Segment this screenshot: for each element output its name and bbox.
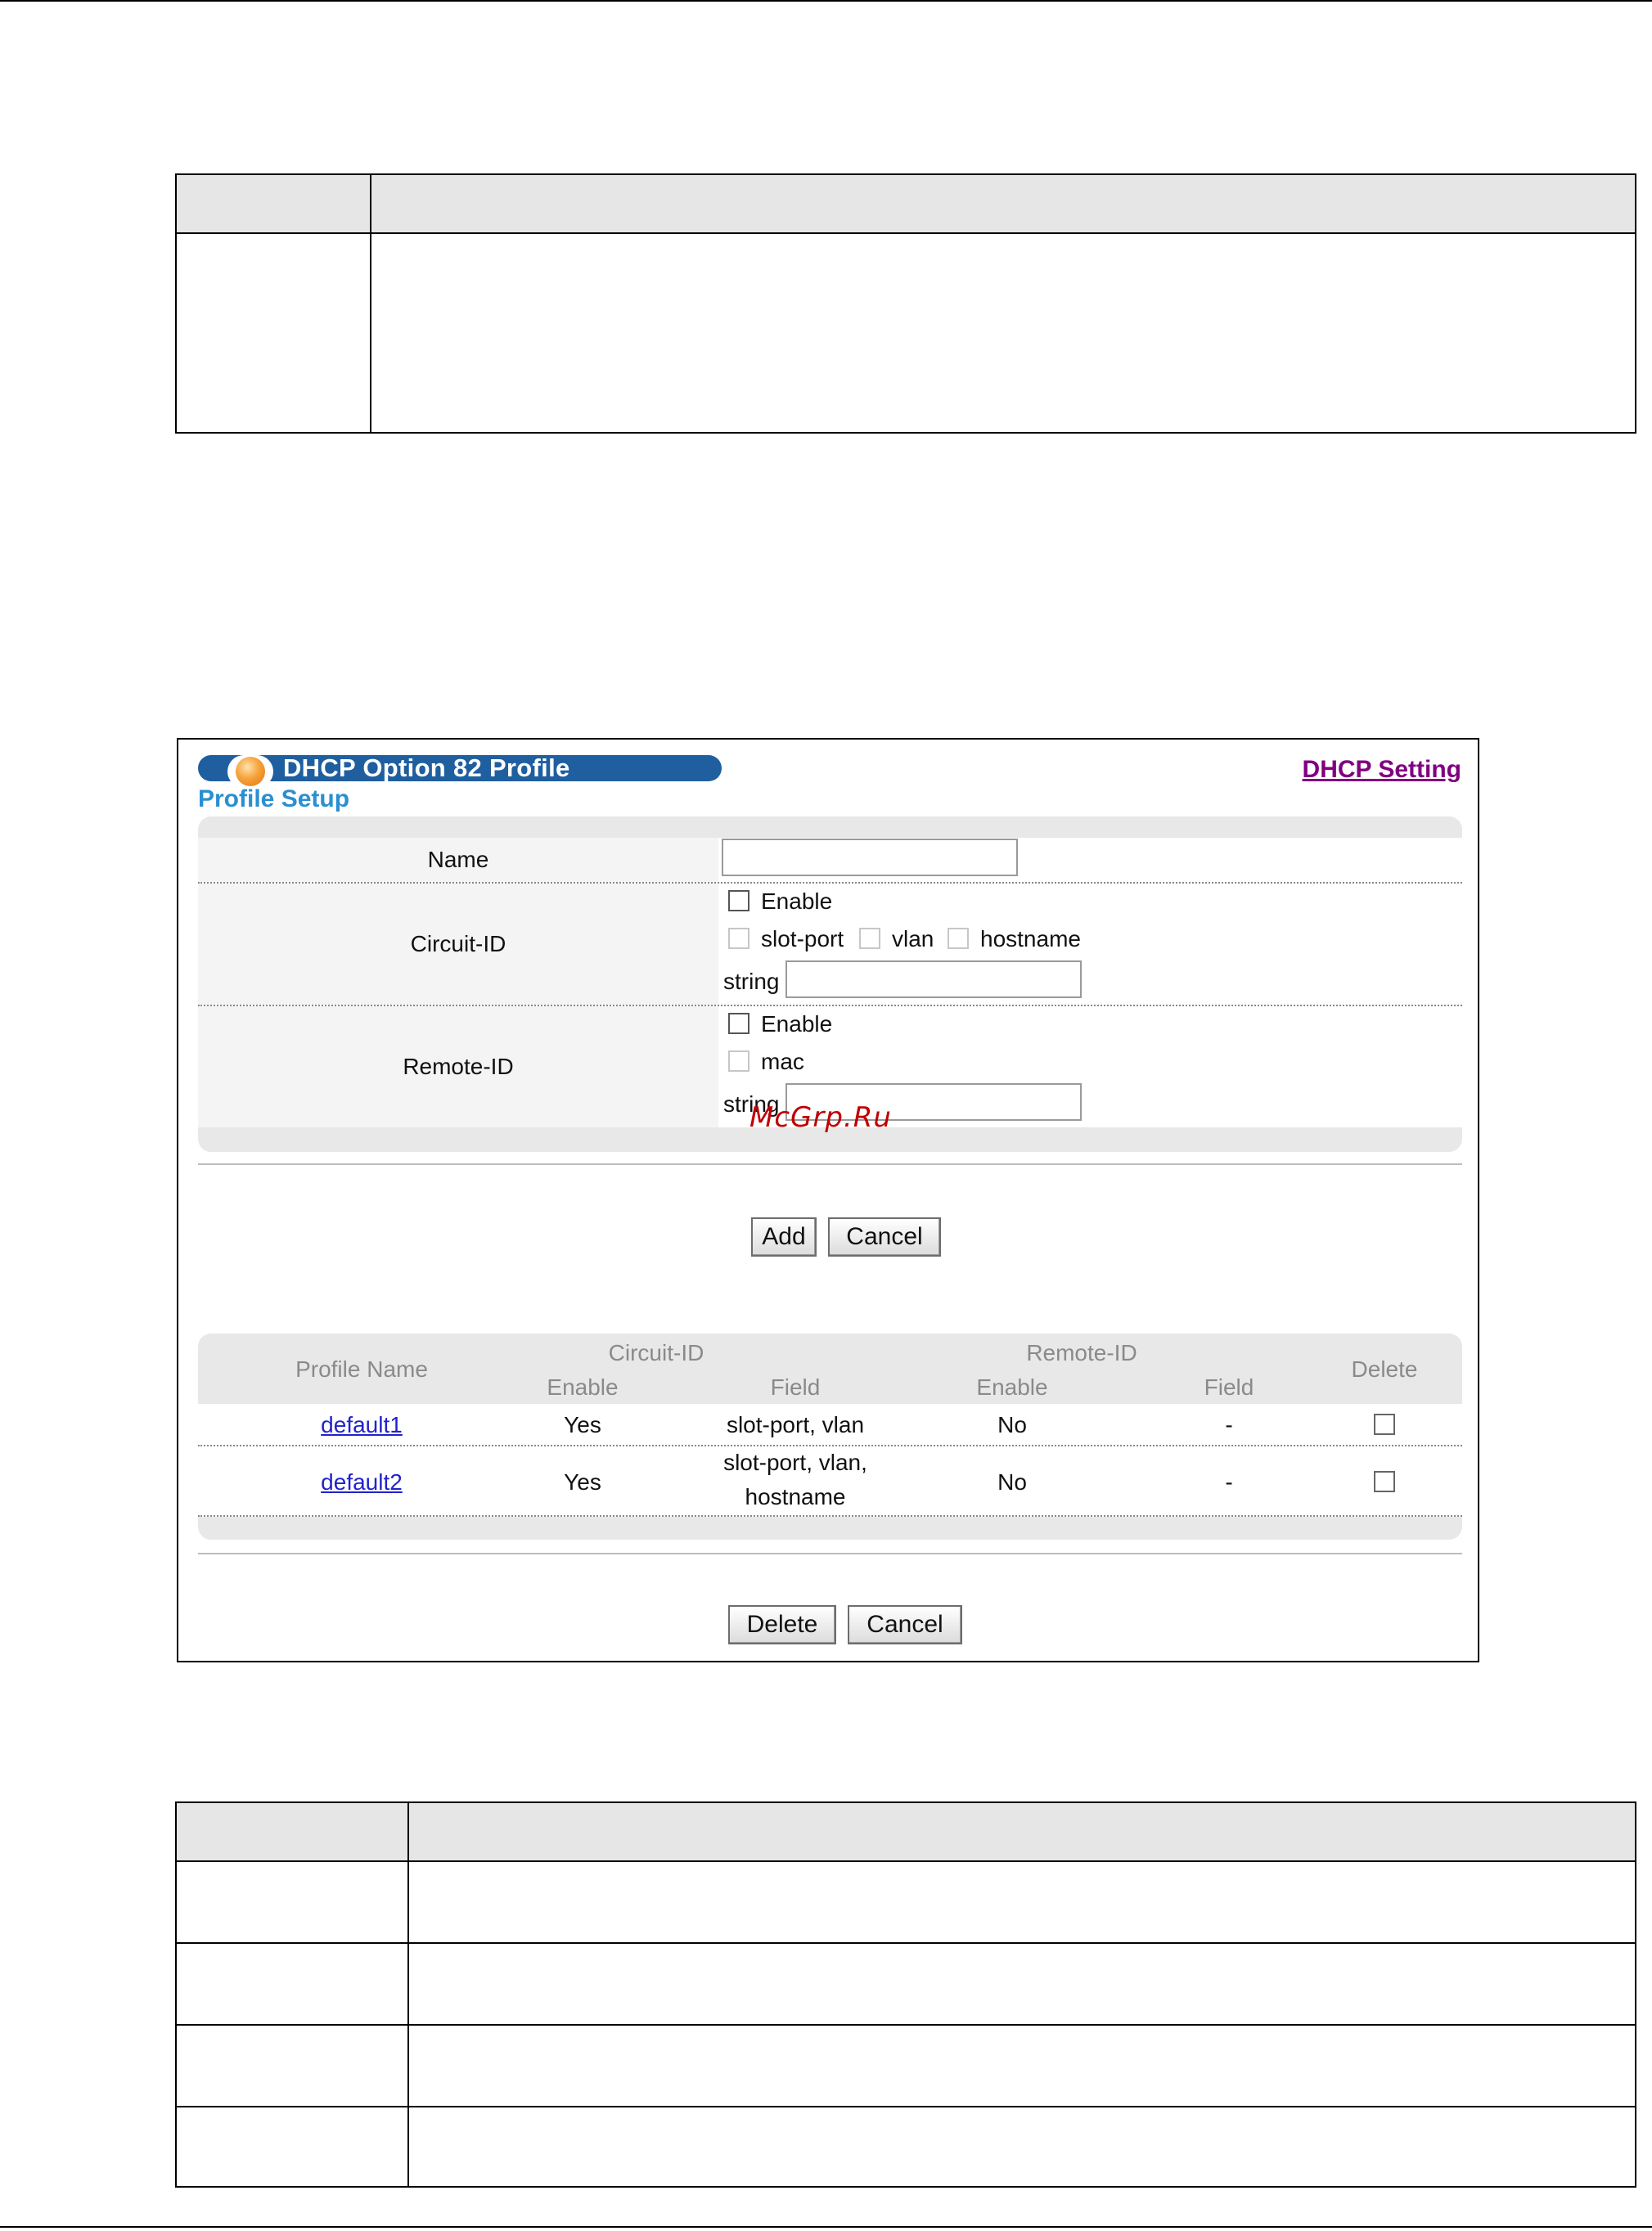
section-title: Profile Setup	[198, 785, 350, 812]
remote-enable-checkbox[interactable]	[728, 1013, 749, 1034]
circuit-enable-label: Enable	[761, 888, 833, 914]
circuit-slot-port-checkbox[interactable]	[728, 928, 749, 949]
header-remote-field: Field	[1204, 1374, 1254, 1400]
header-circuit-field: Field	[770, 1374, 821, 1400]
table-row: default1 Yes slot-port, vlan No -	[198, 1404, 1462, 1446]
doc-table-bottom-header	[177, 1803, 1635, 1862]
circuit-enable-checkbox[interactable]	[728, 890, 749, 911]
remote-field-cell: -	[1225, 1412, 1233, 1437]
circuit-field-cell-line2: hostname	[745, 1484, 846, 1509]
delete-button[interactable]: Delete	[728, 1605, 836, 1644]
profile-link-text[interactable]: default1	[321, 1412, 403, 1437]
cancel-button[interactable]: Cancel	[828, 1217, 941, 1257]
doc-table-bottom-row	[177, 1862, 1635, 1944]
watermark-text: McGrp.Ru	[749, 1101, 892, 1134]
circuit-hostname-label: hostname	[980, 926, 1081, 951]
doc-table-bottom	[175, 1801, 1636, 2188]
remote-enable-label: Enable	[761, 1011, 833, 1037]
header-remote-id: Remote-ID	[1026, 1340, 1137, 1365]
delete-checkbox[interactable]	[1374, 1414, 1395, 1435]
profile-link[interactable]: default2	[247, 1469, 476, 1496]
header-delete: Delete	[1351, 1356, 1418, 1382]
circuit-string-label: string	[723, 969, 780, 994]
top-rule	[0, 0, 1652, 2]
dhcp-option82-screenshot: DHCP Option 82 Profile DHCP Setting Prof…	[177, 738, 1479, 1662]
doc-table-bottom-divider	[407, 1803, 409, 2186]
name-input[interactable]	[722, 839, 1018, 876]
header-circuit-id: Circuit-ID	[608, 1340, 704, 1365]
delete-checkbox[interactable]	[1374, 1471, 1395, 1492]
name-label: Name	[198, 838, 718, 882]
remote-enable-cell: No	[997, 1469, 1027, 1495]
header-remote-enable: Enable	[976, 1374, 1048, 1400]
name-row: Name	[198, 838, 1462, 884]
circuit-field-cell: slot-port, vlan	[726, 1412, 865, 1437]
circuit-id-row: Circuit-ID Enable slot-port vlan hostnam…	[198, 884, 1462, 1006]
doc-table-top-body	[177, 234, 1635, 434]
remote-field-cell: -	[1225, 1469, 1233, 1495]
circuit-vlan-checkbox[interactable]	[859, 928, 880, 949]
circuit-id-label: Circuit-ID	[198, 884, 718, 1005]
dhcp-setting-link[interactable]: DHCP Setting	[1303, 756, 1461, 784]
circuit-string-input[interactable]	[785, 960, 1082, 998]
separator-1	[198, 1163, 1462, 1165]
remote-id-label: Remote-ID	[198, 1006, 718, 1127]
profile-setup-form: Name Circuit-ID Enable slot-port vlan ho…	[198, 838, 1462, 1127]
doc-table-top-header	[177, 175, 1635, 234]
header-profile-name: Profile Name	[295, 1356, 428, 1382]
cancel-bottom-button[interactable]: Cancel	[848, 1605, 962, 1644]
separator-2	[198, 1553, 1462, 1554]
circuit-enable-cell: Yes	[564, 1469, 601, 1495]
profile-link[interactable]: default1	[247, 1412, 476, 1438]
title-orb-icon	[227, 755, 273, 788]
page-title: DHCP Option 82 Profile	[283, 753, 570, 782]
profile-link-text[interactable]: default2	[321, 1469, 403, 1495]
circuit-field-cell: slot-port, vlan,	[723, 1450, 867, 1475]
remote-mac-label: mac	[761, 1049, 804, 1074]
table-row: default2 Yes slot-port, vlan, hostname N…	[198, 1446, 1462, 1517]
doc-table-top-divider	[370, 175, 371, 432]
header-circuit-enable: Enable	[547, 1374, 619, 1400]
bottom-rule	[0, 2226, 1652, 2228]
doc-table-bottom-row	[177, 2107, 1635, 2188]
profile-table-panel: Profile Name Circuit-ID Remote-ID Delete…	[198, 1334, 1462, 1540]
add-button[interactable]: Add	[751, 1217, 817, 1257]
doc-table-bottom-row	[177, 1944, 1635, 2026]
circuit-hostname-checkbox[interactable]	[948, 928, 969, 949]
doc-table-top	[175, 173, 1636, 434]
circuit-vlan-label: vlan	[892, 926, 934, 951]
circuit-enable-cell: Yes	[564, 1412, 601, 1437]
doc-table-bottom-row	[177, 2026, 1635, 2107]
circuit-slot-port-label: slot-port	[761, 926, 844, 951]
remote-mac-checkbox[interactable]	[728, 1050, 749, 1072]
remote-enable-cell: No	[997, 1412, 1027, 1437]
